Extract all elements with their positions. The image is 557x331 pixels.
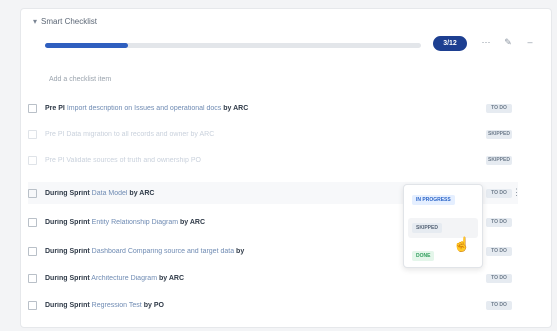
checklist-item[interactable]: During Sprint Architecture Diagram by AR… [28, 267, 518, 289]
checklist-header[interactable]: ▾ Smart Checklist [33, 17, 97, 26]
status-badge[interactable]: SKIPPED [486, 155, 512, 165]
progress-bar [45, 43, 421, 48]
checklist-item[interactable]: Pre PI Import description on Issues and … [28, 97, 518, 119]
progress-count: 3/12 [433, 36, 467, 51]
chevron-down-icon[interactable]: ▾ [33, 17, 37, 26]
progress-fill [45, 43, 128, 48]
checklist-item[interactable]: During Sprint Regression Test by PO TO D… [28, 294, 518, 316]
status-dropdown: IN PROGRESS SKIPPED DONE [403, 184, 483, 268]
status-badge[interactable]: TO DO [486, 273, 512, 283]
status-badge[interactable]: TO DO [486, 188, 512, 198]
item-checkbox[interactable] [28, 129, 37, 139]
item-checkbox[interactable] [28, 155, 37, 165]
item-checkbox[interactable] [28, 300, 37, 310]
item-text[interactable]: Pre PI Validate sources of truth and own… [45, 157, 486, 164]
item-text[interactable]: During Sprint Regression Test by PO [45, 302, 486, 309]
status-badge[interactable]: TO DO [486, 246, 512, 256]
item-text[interactable]: Pre PI Data migration to all records and… [45, 131, 486, 138]
more-vert-icon[interactable]: ⋮ [512, 187, 521, 198]
option-done[interactable]: DONE [412, 251, 435, 261]
checklist-item[interactable]: Pre PI Validate sources of truth and own… [28, 149, 518, 171]
more-icon[interactable]: ⋯ [480, 37, 492, 48]
hand-cursor-icon: ☝ [453, 236, 471, 252]
item-checkbox[interactable] [28, 103, 37, 113]
item-checkbox[interactable] [28, 273, 37, 283]
collapse-icon[interactable]: – [524, 37, 536, 48]
item-checkbox[interactable] [28, 188, 37, 198]
checklist-item[interactable]: Pre PI Data migration to all records and… [28, 123, 518, 145]
add-item-input[interactable]: Add a checklist item [49, 76, 111, 83]
item-text[interactable]: Pre PI Import description on Issues and … [45, 105, 486, 112]
status-badge[interactable]: TO DO [486, 217, 512, 227]
item-checkbox[interactable] [28, 217, 37, 227]
status-badge[interactable]: SKIPPED [486, 129, 512, 139]
checklist-title: Smart Checklist [41, 17, 98, 26]
status-badge[interactable]: TO DO [486, 300, 512, 310]
edit-icon[interactable]: ✎ [502, 37, 514, 48]
status-badge[interactable]: TO DO [486, 103, 512, 113]
item-checkbox[interactable] [28, 246, 37, 256]
item-text[interactable]: During Sprint Architecture Diagram by AR… [45, 275, 486, 282]
option-skipped[interactable]: SKIPPED [412, 223, 442, 233]
header-actions: ⋯ ✎ – [480, 37, 536, 48]
option-in-progress[interactable]: IN PROGRESS [412, 195, 455, 205]
